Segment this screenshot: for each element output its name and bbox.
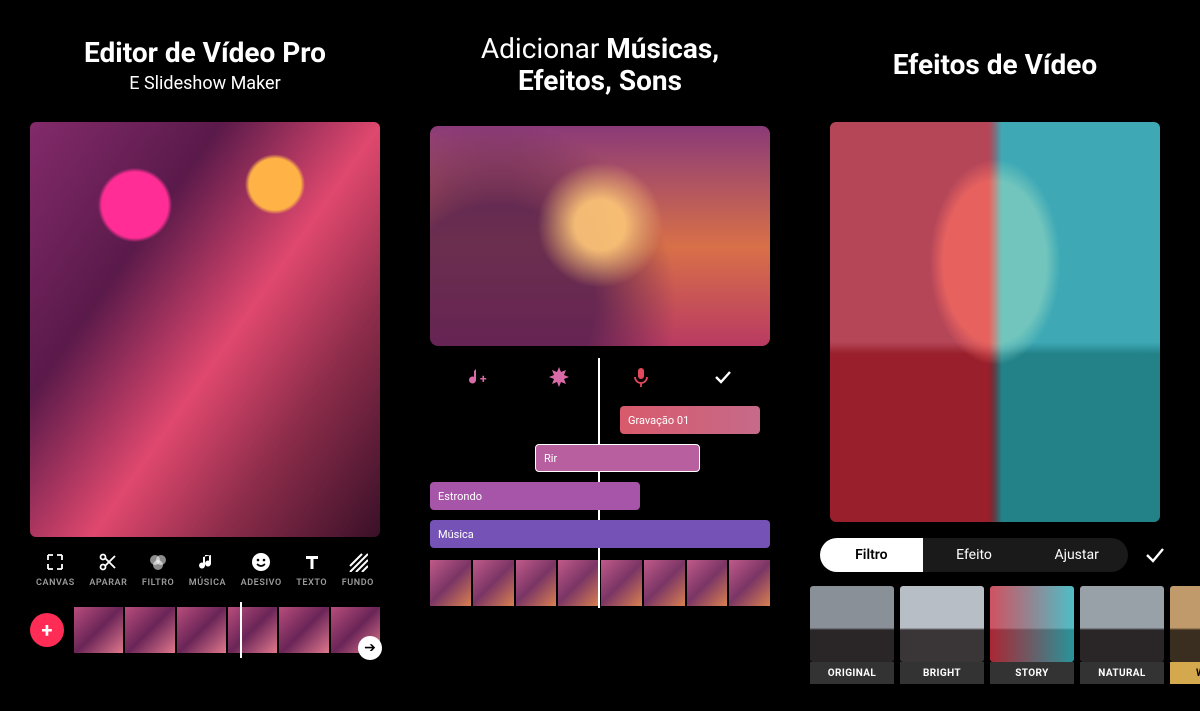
next-clip-arrow-icon[interactable]: ➔ — [358, 636, 382, 660]
tab-label: Ajustar — [1054, 547, 1098, 563]
add-effect-button[interactable] — [546, 364, 572, 390]
clip-thumb[interactable] — [644, 560, 685, 606]
track-music[interactable]: Música — [430, 520, 770, 548]
clip-thumb[interactable] — [558, 560, 599, 606]
clip-thumb[interactable] — [729, 560, 770, 606]
record-voice-button[interactable] — [628, 364, 654, 390]
panel-editor: Editor de Vídeo Pro E Slideshow Maker CA… — [15, 20, 395, 691]
music-note-icon — [196, 551, 218, 573]
confirm-effect-button[interactable] — [1140, 540, 1170, 570]
tab-label: Filtro — [855, 547, 887, 563]
title-bold2: Efeitos, Sons — [518, 64, 682, 97]
tool-label: CANVAS — [36, 578, 75, 588]
filter-label: STORY — [990, 662, 1074, 684]
video-preview-1[interactable] — [30, 122, 380, 537]
clip-thumb[interactable] — [516, 560, 557, 606]
filter-thumb — [1080, 586, 1164, 662]
clip-thumb[interactable] — [601, 560, 642, 606]
clip-strip-2[interactable] — [430, 560, 770, 606]
clip-thumb[interactable] — [473, 560, 514, 606]
add-clip-button[interactable]: + — [30, 613, 64, 647]
svg-text:+: + — [480, 372, 487, 386]
track-recording[interactable]: Gravação 01 — [620, 406, 760, 434]
clip-thumb[interactable] — [74, 607, 123, 653]
title-bold: Músicas, — [606, 32, 719, 65]
filter-natural[interactable]: NATURAL — [1080, 586, 1164, 686]
filter-thumb — [990, 586, 1074, 662]
tab-filter[interactable]: Filtro — [820, 538, 923, 572]
tool-music[interactable]: MÚSICA — [189, 551, 226, 588]
track-laugh[interactable]: Rir — [535, 444, 700, 472]
clip-thumb[interactable] — [430, 560, 471, 606]
add-music-button[interactable]: + — [464, 364, 490, 390]
filter-thumb — [900, 586, 984, 662]
filter-label: ORIGINAL — [810, 662, 894, 684]
tab-label: Efeito — [956, 547, 992, 563]
tool-sticker[interactable]: ADESIVO — [241, 551, 282, 588]
scissors-icon — [97, 551, 119, 573]
filter-bright[interactable]: BRIGHT — [900, 586, 984, 686]
track-label: Rir — [544, 452, 557, 465]
tool-label: APARAR — [89, 578, 127, 588]
filter-label: WARM — [1170, 662, 1200, 684]
confirm-audio-button[interactable] — [710, 364, 736, 390]
panel3-title-block: Efeitos de Vídeo — [893, 20, 1097, 110]
hatch-icon — [347, 551, 369, 573]
panel-audio: Adicionar Músicas, Efeitos, Sons + Grava… — [410, 20, 790, 691]
clip-strip[interactable] — [74, 607, 380, 653]
tool-label: ADESIVO — [241, 578, 282, 588]
clip-thumb[interactable] — [279, 607, 328, 653]
clip-thumb[interactable] — [125, 607, 174, 653]
playhead[interactable] — [240, 602, 242, 658]
effect-tabs: Filtro Efeito Ajustar — [820, 538, 1128, 572]
canvas-icon — [44, 551, 66, 573]
panel1-title-block: Editor de Vídeo Pro E Slideshow Maker — [84, 20, 326, 110]
tab-effect[interactable]: Efeito — [923, 538, 1026, 572]
title-thin: Adicionar — [481, 32, 606, 65]
panel2-title-block: Adicionar Músicas, Efeitos, Sons — [481, 20, 719, 110]
tool-canvas[interactable]: CANVAS — [36, 551, 75, 588]
video-preview-2[interactable] — [430, 126, 770, 346]
filter-story[interactable]: STORY — [990, 586, 1074, 686]
panel-effects: Efeitos de Vídeo Filtro Efeito Ajustar O… — [805, 20, 1185, 691]
editor-toolbar: CANVAS APARAR FILTRO MÚSICA ADESIVO — [30, 537, 380, 594]
text-icon — [301, 551, 323, 573]
tool-background[interactable]: FUNDO — [342, 551, 374, 588]
panel3-title: Efeitos de Vídeo — [893, 48, 1097, 82]
tool-trim[interactable]: APARAR — [89, 551, 127, 588]
panel1-title: Editor de Vídeo Pro — [84, 36, 326, 70]
tool-filter[interactable]: FILTRO — [142, 551, 174, 588]
tool-label: FILTRO — [142, 578, 174, 588]
track-label: Estrondo — [438, 490, 482, 503]
smiley-icon — [250, 551, 272, 573]
audio-toolbar: + — [430, 346, 770, 400]
panel1-subtitle: E Slideshow Maker — [84, 73, 326, 94]
track-label: Gravação 01 — [628, 414, 689, 427]
tab-adjust[interactable]: Ajustar — [1025, 538, 1128, 572]
tool-label: TEXTO — [296, 578, 327, 588]
filter-original[interactable]: ORIGINAL — [810, 586, 894, 686]
filter-warm[interactable]: WARM — [1170, 586, 1200, 686]
tool-label: MÚSICA — [189, 578, 226, 588]
filter-icon — [147, 551, 169, 573]
track-bang[interactable]: Estrondo — [430, 482, 640, 510]
filter-label: BRIGHT — [900, 662, 984, 684]
track-label: Música — [438, 528, 474, 541]
tool-label: FUNDO — [342, 578, 374, 588]
clip-thumb[interactable] — [177, 607, 226, 653]
panel2-title: Adicionar Músicas, Efeitos, Sons — [481, 33, 719, 97]
clip-thumb[interactable] — [228, 607, 277, 653]
timeline-1[interactable]: + ➔ — [30, 602, 380, 658]
effect-tabs-row: Filtro Efeito Ajustar — [820, 538, 1170, 572]
tool-text[interactable]: TEXTO — [296, 551, 327, 588]
clip-thumb[interactable] — [687, 560, 728, 606]
filter-thumb — [1170, 586, 1200, 662]
filter-strip[interactable]: ORIGINAL BRIGHT STORY NATURAL WARM WA — [810, 586, 1180, 686]
audio-tracks: Gravação 01 Rir Estrondo Música — [430, 400, 770, 558]
filter-thumb — [810, 586, 894, 662]
filter-label: NATURAL — [1080, 662, 1164, 684]
video-preview-3[interactable] — [830, 122, 1160, 522]
